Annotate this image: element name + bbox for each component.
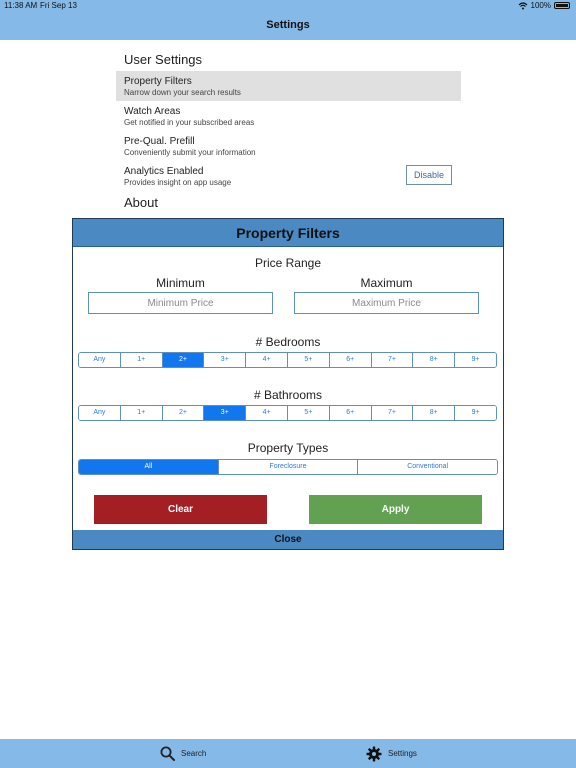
settings-row-watch-areas[interactable]: Watch Areas Get notified in your subscri… [116,101,461,131]
status-time: 11:38 AM [4,1,38,10]
property-type-conventional[interactable]: Conventional [357,460,497,474]
tab-search[interactable]: Search [160,739,206,768]
status-date: Fri Sep 13 [40,1,77,10]
bathrooms-option-9[interactable]: 9+ [454,406,496,420]
bathrooms-option-5[interactable]: 5+ [286,406,329,420]
close-button[interactable]: Close [73,530,503,549]
bedrooms-option-any[interactable]: Any [79,353,120,367]
property-types-label: Property Types [247,441,329,455]
wifi-icon [518,1,527,9]
bedrooms-option-1[interactable]: 1+ [119,353,162,367]
bedrooms-option-6[interactable]: 6+ [328,353,371,367]
maximum-price-input[interactable] [294,292,479,314]
bedrooms-option-2[interactable]: 2+ [161,353,204,367]
search-icon [160,746,175,761]
bedrooms-option-5[interactable]: 5+ [286,353,329,367]
gear-icon [366,746,382,761]
row-title: Analytics Enabled [124,166,204,177]
bedrooms-option-3[interactable]: 3+ [203,353,246,367]
clear-button[interactable]: Clear [94,495,267,524]
bedrooms-option-4[interactable]: 4+ [245,353,287,367]
bathrooms-option-2[interactable]: 2+ [161,406,204,420]
disable-analytics-button[interactable]: Disable [406,165,452,185]
row-subtitle: Narrow down your search results [124,88,241,97]
bathrooms-option-6[interactable]: 6+ [328,406,371,420]
row-title: Pre-Qual. Prefill [124,136,195,147]
bathrooms-option-3[interactable]: 3+ [203,406,246,420]
bathrooms-option-1[interactable]: 1+ [119,406,162,420]
section-title-about: About [124,195,158,210]
maximum-label: Maximum [360,276,413,290]
battery-icon [554,2,570,9]
property-type-all[interactable]: All [79,460,218,474]
section-title-user-settings: User Settings [124,52,203,67]
minimum-price-input[interactable] [88,292,273,314]
bathrooms-label: # Bathrooms [253,388,323,402]
tab-search-label: Search [181,749,207,758]
property-type-foreclosure[interactable]: Foreclosure [217,460,358,474]
apply-button[interactable]: Apply [309,495,482,524]
property-types-segmented-control: All Foreclosure Conventional [78,459,498,475]
bedrooms-segmented-control: Any 1+ 2+ 3+ 4+ 5+ 6+ 7+ 8+ 9+ [78,352,497,368]
bedrooms-option-8[interactable]: 8+ [412,353,455,367]
bathrooms-option-any[interactable]: Any [79,406,120,420]
tab-settings[interactable]: Settings [366,739,417,768]
row-subtitle: Get notified in your subscribed areas [124,118,255,127]
bathrooms-option-7[interactable]: 7+ [370,406,413,420]
tab-settings-label: Settings [388,749,417,758]
bathrooms-option-8[interactable]: 8+ [412,406,455,420]
settings-row-prequal-prefill[interactable]: Pre-Qual. Prefill Conveniently submit yo… [116,131,461,161]
settings-row-property-filters[interactable]: Property Filters Narrow down your search… [116,71,461,101]
row-subtitle: Provides insight on app usage [124,178,232,187]
bathrooms-option-4[interactable]: 4+ [245,406,287,420]
navigation-header: 11:38 AM Fri Sep 13 100% Settings [0,0,576,40]
row-title: Property Filters [124,76,192,87]
modal-title: Property Filters [73,219,503,247]
battery-percent: 100% [530,1,551,10]
minimum-label: Minimum [156,276,205,290]
property-filters-modal: Property Filters Price Range Minimum Max… [72,218,504,550]
row-title: Watch Areas [124,106,181,117]
tab-bar: Search Settings [0,739,576,768]
bedrooms-option-9[interactable]: 9+ [454,353,496,367]
bathrooms-segmented-control: Any 1+ 2+ 3+ 4+ 5+ 6+ 7+ 8+ 9+ [78,405,497,421]
settings-list: User Settings Property Filters Narrow do… [116,50,461,210]
settings-row-analytics: Analytics Enabled Provides insight on ap… [116,161,461,191]
bedrooms-option-7[interactable]: 7+ [370,353,413,367]
price-range-label: Price Range [254,256,322,270]
status-indicators: 100% [518,1,570,10]
page-title: Settings [266,19,310,31]
row-subtitle: Conveniently submit your information [124,148,256,157]
bedrooms-label: # Bedrooms [255,335,321,349]
